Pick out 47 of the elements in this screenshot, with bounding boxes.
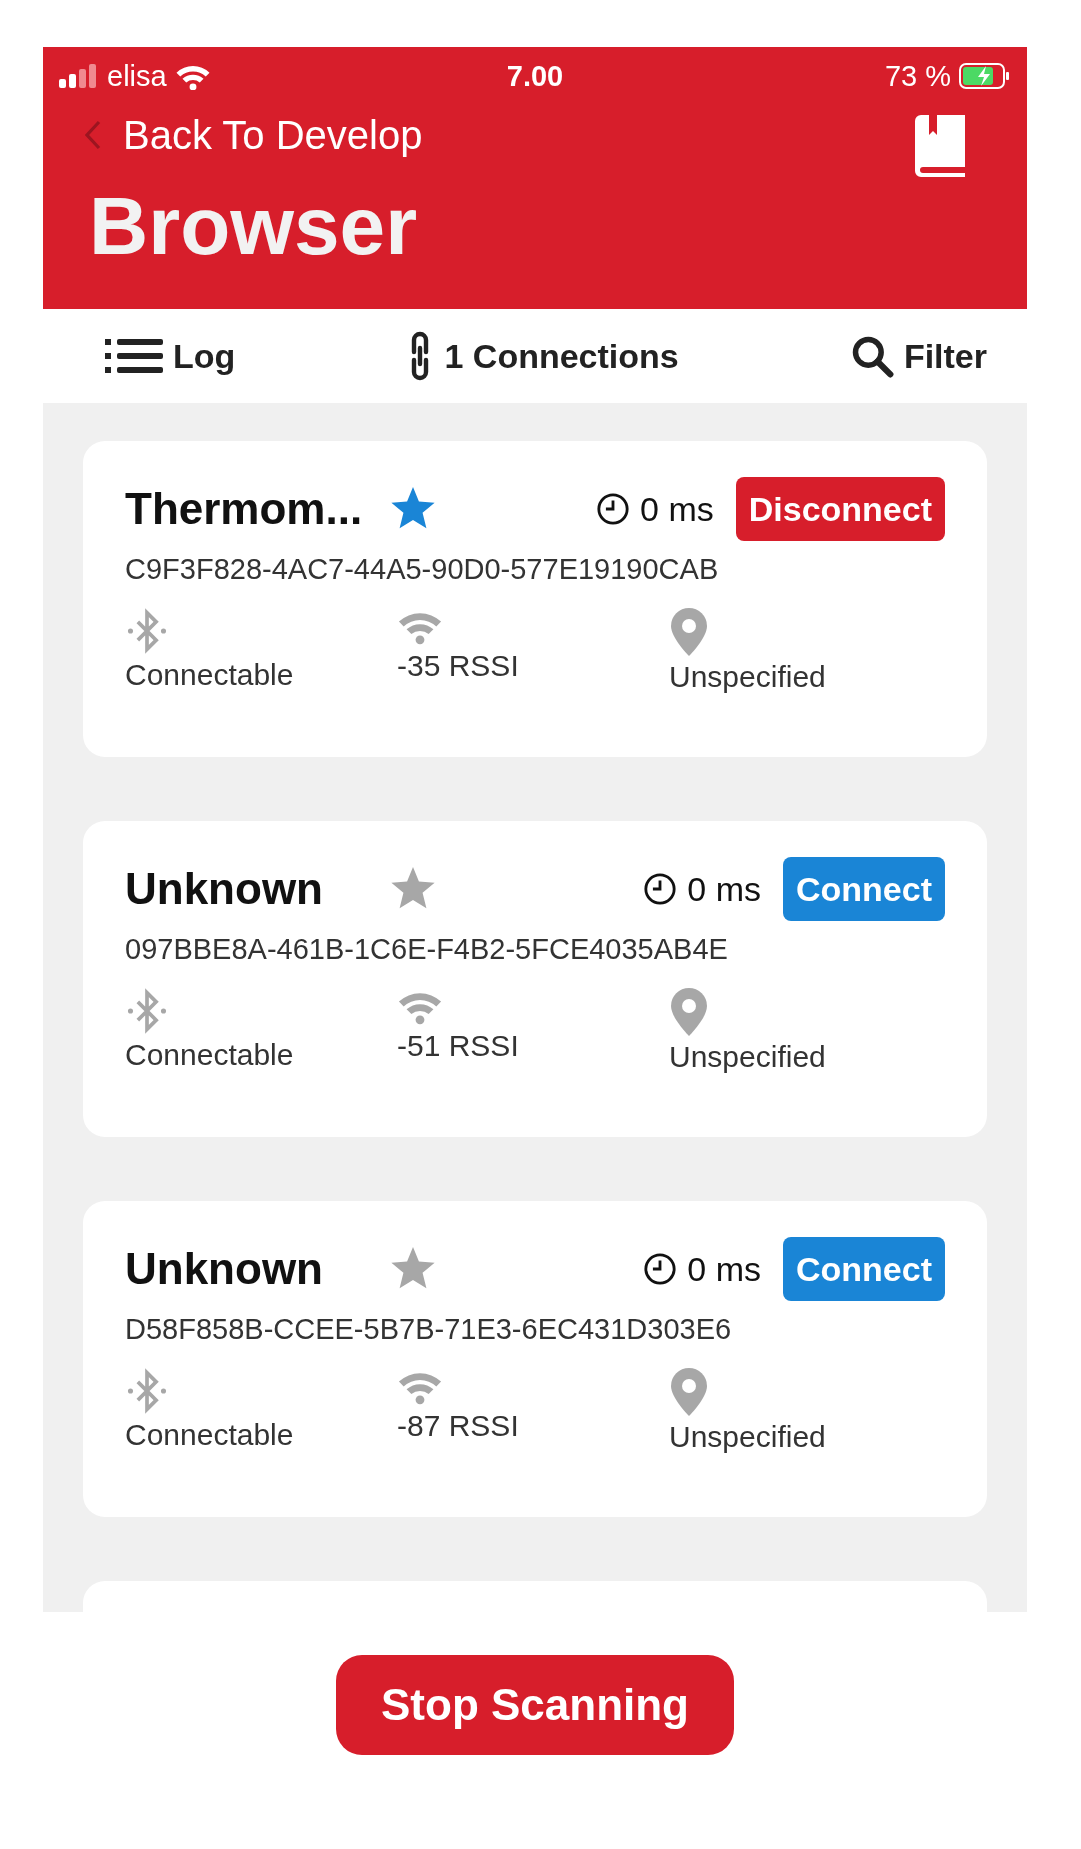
clock-time: 7.00 [506, 59, 564, 93]
interval-text: 0 ms [687, 1249, 761, 1289]
device-uuid: 097BBE8A-461B-1C6E-F4B2-5FCE4035AB4E [125, 933, 729, 966]
bluetooth-icon [125, 988, 169, 1034]
battery-charging-icon [959, 63, 1011, 89]
filled-star-icon[interactable] [390, 487, 436, 531]
location-pin-icon [669, 608, 709, 656]
device-name: Unknown [125, 864, 324, 914]
clock-icon [596, 492, 631, 526]
interval-text: 0 ms [687, 869, 761, 909]
stop-scanning-button[interactable]: Stop Scanning [336, 1655, 734, 1755]
connections-button[interactable]: 1 Connections [406, 330, 679, 382]
page-title: Browser [89, 179, 419, 273]
rssi-label: -51 RSSI [397, 1028, 519, 1063]
location-pin-icon [669, 988, 709, 1036]
connectable-label: Connectable [125, 658, 294, 692]
battery-percent: 73 % [884, 59, 951, 93]
star-icon[interactable] [390, 867, 436, 911]
bluetooth-icon [125, 1368, 169, 1414]
location-label: Unspecified [669, 1040, 826, 1074]
device-uuid: D58F858B-CCEE-5B7B-71E3-6EC431D303E6 [125, 1313, 733, 1346]
star-icon[interactable] [390, 1247, 436, 1291]
back-link[interactable]: Back To Develop [59, 112, 423, 158]
filter-button[interactable]: Filter [849, 334, 987, 378]
bluetooth-icon [125, 608, 169, 654]
location-label: Unspecified [669, 660, 826, 694]
interval-text: 0 ms [640, 489, 714, 529]
connect-button[interactable]: Connect [783, 1237, 945, 1301]
device-name: Thermom... [125, 484, 364, 534]
connect-button[interactable]: Connect [783, 857, 945, 921]
clock-icon [643, 1252, 678, 1286]
location-label: Unspecified [669, 1420, 826, 1454]
location-pin-icon [669, 1368, 709, 1416]
connectable-label: Connectable [125, 1038, 294, 1072]
device-name: Unknown [125, 1244, 324, 1294]
disconnect-button[interactable]: Disconnect [735, 477, 945, 541]
clock-icon [643, 872, 678, 906]
chevron-left-icon [85, 120, 101, 150]
book-icon[interactable] [915, 115, 965, 177]
signal-icon [59, 64, 99, 88]
list-icon [105, 339, 163, 373]
connectable-label: Connectable [125, 1418, 294, 1452]
device-uuid: C9F3F828-4AC7-44A5-90D0-577E19190CAB [125, 553, 720, 586]
log-button[interactable]: Log [105, 336, 236, 376]
carrier-name: elisa [107, 59, 167, 93]
rssi-label: -87 RSSI [397, 1408, 519, 1443]
rssi-label: -35 RSSI [397, 648, 519, 683]
